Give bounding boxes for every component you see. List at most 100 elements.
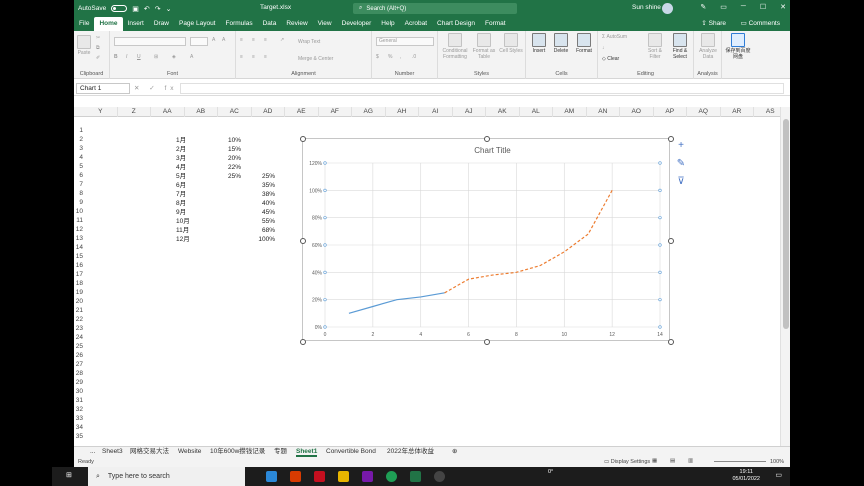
column-header[interactable]: AL — [520, 107, 553, 117]
row-header[interactable]: 31 — [74, 396, 83, 405]
row-header[interactable]: 6 — [74, 171, 83, 180]
ribbon-display-icon[interactable]: ▭ — [720, 3, 727, 11]
column-header[interactable]: AA — [151, 107, 185, 117]
orientation-icon[interactable]: ↗ — [280, 37, 284, 43]
plot-area-handle[interactable] — [323, 216, 327, 220]
row-header[interactable]: 23 — [74, 324, 83, 333]
app-icon-8[interactable] — [434, 471, 445, 482]
analyze-data-button[interactable]: Analyze Data — [696, 33, 720, 60]
onenote-icon[interactable] — [362, 471, 373, 482]
row-header[interactable]: 27 — [74, 360, 83, 369]
autosave-toggle[interactable] — [111, 5, 128, 12]
zoom-slider[interactable] — [714, 461, 766, 462]
clear-button[interactable]: ◇ Clear — [602, 56, 619, 62]
file-explorer-icon[interactable] — [338, 471, 349, 482]
table-cell[interactable]: 25% — [214, 172, 241, 181]
row-header[interactable]: 13 — [74, 234, 83, 243]
column-header[interactable]: AF — [319, 107, 352, 117]
chart-styles-icon[interactable]: ✎ — [674, 156, 688, 170]
comma-icon[interactable]: , — [400, 54, 401, 60]
search-box[interactable]: ⌕ Search (Alt+Q) — [353, 3, 517, 14]
tab-acrobat[interactable]: Acrobat — [400, 17, 432, 31]
row-header[interactable]: 9 — [74, 198, 83, 207]
italic-icon[interactable]: I — [126, 54, 127, 60]
tab-formulas[interactable]: Formulas — [221, 17, 258, 31]
row-header[interactable]: 32 — [74, 405, 83, 414]
table-cell[interactable]: 8月 — [176, 199, 206, 208]
excel-taskbar-icon[interactable] — [410, 471, 421, 482]
wrap-text-button[interactable]: Wrap Text — [298, 39, 320, 45]
chart-resize-handle[interactable] — [300, 136, 306, 142]
column-header[interactable]: AP — [654, 107, 687, 117]
column-header[interactable]: AJ — [453, 107, 486, 117]
plot-area-handle[interactable] — [658, 325, 662, 329]
tab-insert[interactable]: Insert — [123, 17, 149, 31]
tab-developer[interactable]: Developer — [337, 17, 377, 31]
bold-icon[interactable]: B — [114, 54, 118, 60]
align-center-icon[interactable]: ≡ — [252, 54, 255, 60]
row-header[interactable]: 30 — [74, 387, 83, 396]
app-icon-2[interactable] — [290, 471, 301, 482]
weather-readout[interactable]: 0° — [548, 469, 553, 475]
row-header[interactable]: 10 — [74, 207, 83, 216]
row-header[interactable]: 24 — [74, 333, 83, 342]
column-header[interactable]: Z — [118, 107, 151, 117]
plot-area-handle[interactable] — [658, 161, 662, 165]
app-icon-1[interactable] — [266, 471, 277, 482]
table-cell[interactable]: 6月 — [176, 181, 206, 190]
table-cell[interactable]: 22% — [214, 163, 241, 172]
row-header[interactable]: 15 — [74, 252, 83, 261]
chart-resize-handle[interactable] — [300, 339, 306, 345]
row-header[interactable]: 11 — [74, 216, 83, 225]
middle-align-icon[interactable]: ≡ — [252, 37, 255, 43]
close-icon[interactable]: ✕ — [780, 3, 786, 11]
plot-area-handle[interactable] — [323, 243, 327, 247]
row-header[interactable]: 2 — [74, 135, 83, 144]
column-header[interactable]: AC — [218, 107, 252, 117]
row-header[interactable]: 17 — [74, 270, 83, 279]
table-cell[interactable]: 55% — [244, 217, 275, 226]
tab-page-layout[interactable]: Page Layout — [174, 17, 221, 31]
row-header[interactable]: 25 — [74, 342, 83, 351]
align-right-icon[interactable]: ≡ — [264, 54, 267, 60]
table-cell[interactable]: 45% — [244, 208, 275, 217]
row-header[interactable]: 12 — [74, 225, 83, 234]
column-header[interactable]: AD — [252, 107, 285, 117]
format-as-table-button[interactable]: Format as Table — [470, 33, 498, 60]
column-header[interactable]: AM — [553, 107, 587, 117]
avatar[interactable] — [662, 3, 673, 14]
column-header[interactable]: AI — [419, 107, 453, 117]
scatter-chart[interactable]: Chart Title 0% 20% 40% 60% 80% 100% 120% 0 2 4 6 8 10… — [303, 139, 671, 342]
comments-button[interactable]: ▭ Comments — [741, 19, 780, 27]
row-header[interactable]: 16 — [74, 261, 83, 270]
font-size-select[interactable] — [190, 37, 208, 46]
increase-font-icon[interactable]: A — [212, 37, 215, 43]
table-cell[interactable]: 11月 — [176, 226, 206, 235]
column-header[interactable]: AG — [352, 107, 386, 117]
user-name[interactable]: Sun shine — [632, 4, 661, 11]
column-header[interactable]: AK — [486, 107, 520, 117]
table-cell[interactable]: 100% — [244, 235, 275, 244]
name-box[interactable]: Chart 1 — [76, 83, 130, 94]
font-name-select[interactable] — [114, 37, 186, 46]
align-left-icon[interactable]: ≡ — [240, 54, 243, 60]
row-header[interactable]: 34 — [74, 423, 83, 432]
series-line-2[interactable] — [444, 190, 613, 294]
autosum-button[interactable]: Σ AutoSum — [602, 34, 627, 40]
fill-button[interactable]: ↓ — [602, 45, 605, 51]
row-header[interactable]: 4 — [74, 153, 83, 162]
customize-toolbar-icon[interactable]: ⌄ — [166, 5, 172, 13]
top-align-icon[interactable]: ≡ — [240, 37, 243, 43]
accounting-icon[interactable]: $ — [376, 54, 379, 60]
fill-color-icon[interactable]: ◈ — [172, 54, 176, 60]
redo-icon[interactable]: ↷ — [155, 5, 161, 13]
tab-view[interactable]: View — [313, 17, 337, 31]
sheet-tab[interactable]: Convertible Bond — [326, 447, 376, 457]
row-header[interactable]: 1 — [74, 126, 83, 135]
column-header[interactable]: AN — [587, 107, 620, 117]
chart-resize-handle[interactable] — [668, 339, 674, 345]
table-cell[interactable]: 10月 — [176, 217, 206, 226]
series-line-1[interactable] — [348, 292, 445, 314]
decrease-font-icon[interactable]: A — [222, 37, 225, 43]
notifications-icon[interactable]: ▭ — [775, 471, 782, 479]
